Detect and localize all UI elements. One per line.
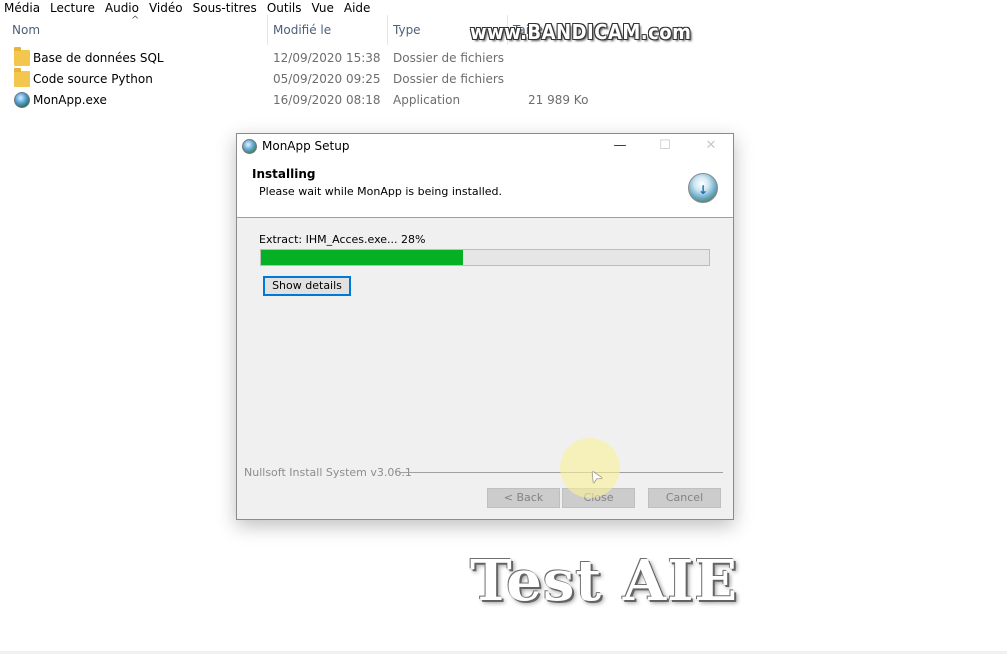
sort-chevron-icon: ^ bbox=[131, 15, 140, 26]
column-header-modified[interactable]: Modifié le bbox=[273, 23, 331, 37]
progress-status-text: Extract: IHM_Acces.exe... 28% bbox=[259, 233, 426, 246]
overlay-title-text: Test AIE bbox=[470, 548, 739, 614]
bandicam-watermark: www.BANDICAM.com bbox=[470, 20, 692, 44]
column-divider[interactable] bbox=[387, 15, 388, 45]
progress-bar bbox=[260, 249, 710, 266]
menu-bar: Média Lecture Audio Vidéo Sous-titres Ou… bbox=[0, 0, 1007, 15]
file-name: Code source Python bbox=[33, 72, 153, 86]
nsis-branding: Nullsoft Install System v3.06.1 bbox=[244, 466, 412, 479]
menu-audio[interactable]: Audio bbox=[101, 1, 145, 15]
back-button[interactable]: < Back bbox=[487, 488, 560, 508]
column-divider[interactable] bbox=[267, 15, 268, 45]
cancel-button[interactable]: Cancel bbox=[648, 488, 721, 508]
file-name: Base de données SQL bbox=[33, 51, 164, 65]
column-header-type[interactable]: Type bbox=[393, 23, 421, 37]
folder-icon bbox=[14, 47, 30, 66]
file-row[interactable]: Base de données SQL 12/09/2020 15:38 Dos… bbox=[0, 47, 600, 69]
menu-video[interactable]: Vidéo bbox=[145, 1, 189, 15]
minimize-button[interactable]: — bbox=[605, 137, 635, 155]
header-title: Installing bbox=[252, 167, 316, 181]
file-row[interactable]: Code source Python 05/09/2020 09:25 Doss… bbox=[0, 68, 600, 90]
folder-icon bbox=[14, 68, 30, 87]
dialog-header: Installing Please wait while MonApp is b… bbox=[237, 160, 733, 218]
menu-media[interactable]: Média bbox=[0, 1, 46, 15]
file-type: Application bbox=[393, 93, 461, 107]
menu-lecture[interactable]: Lecture bbox=[46, 1, 101, 15]
file-name: MonApp.exe bbox=[33, 93, 107, 107]
file-modified: 05/09/2020 09:25 bbox=[273, 72, 381, 86]
installer-icon bbox=[242, 139, 257, 154]
file-type: Dossier de fichiers bbox=[393, 72, 505, 86]
dialog-title-bar[interactable]: MonApp Setup — ☐ ✕ bbox=[237, 134, 733, 160]
file-row[interactable]: MonApp.exe 16/09/2020 08:18 Application … bbox=[0, 90, 600, 111]
installer-logo-icon bbox=[688, 173, 718, 203]
show-details-button[interactable]: Show details bbox=[263, 276, 351, 296]
file-size: 21 989 Ko bbox=[528, 93, 589, 107]
app-icon bbox=[14, 92, 30, 108]
maximize-button[interactable]: ☐ bbox=[650, 137, 680, 155]
file-type: Dossier de fichiers bbox=[393, 51, 505, 65]
menu-sous-titres[interactable]: Sous-titres bbox=[189, 1, 263, 15]
close-window-button[interactable]: ✕ bbox=[696, 137, 726, 155]
menu-aide[interactable]: Aide bbox=[340, 1, 377, 15]
cursor-highlight bbox=[560, 438, 620, 498]
file-modified: 12/09/2020 15:38 bbox=[273, 51, 381, 65]
column-header-name[interactable]: Nom bbox=[12, 23, 40, 37]
header-subtitle: Please wait while MonApp is being instal… bbox=[259, 185, 503, 198]
menu-outils[interactable]: Outils bbox=[263, 1, 308, 15]
file-modified: 16/09/2020 08:18 bbox=[273, 93, 381, 107]
menu-vue[interactable]: Vue bbox=[308, 1, 340, 15]
setup-dialog: MonApp Setup — ☐ ✕ Installing Please wai… bbox=[236, 133, 734, 520]
progress-bar-fill bbox=[261, 250, 463, 265]
dialog-title: MonApp Setup bbox=[262, 139, 350, 153]
